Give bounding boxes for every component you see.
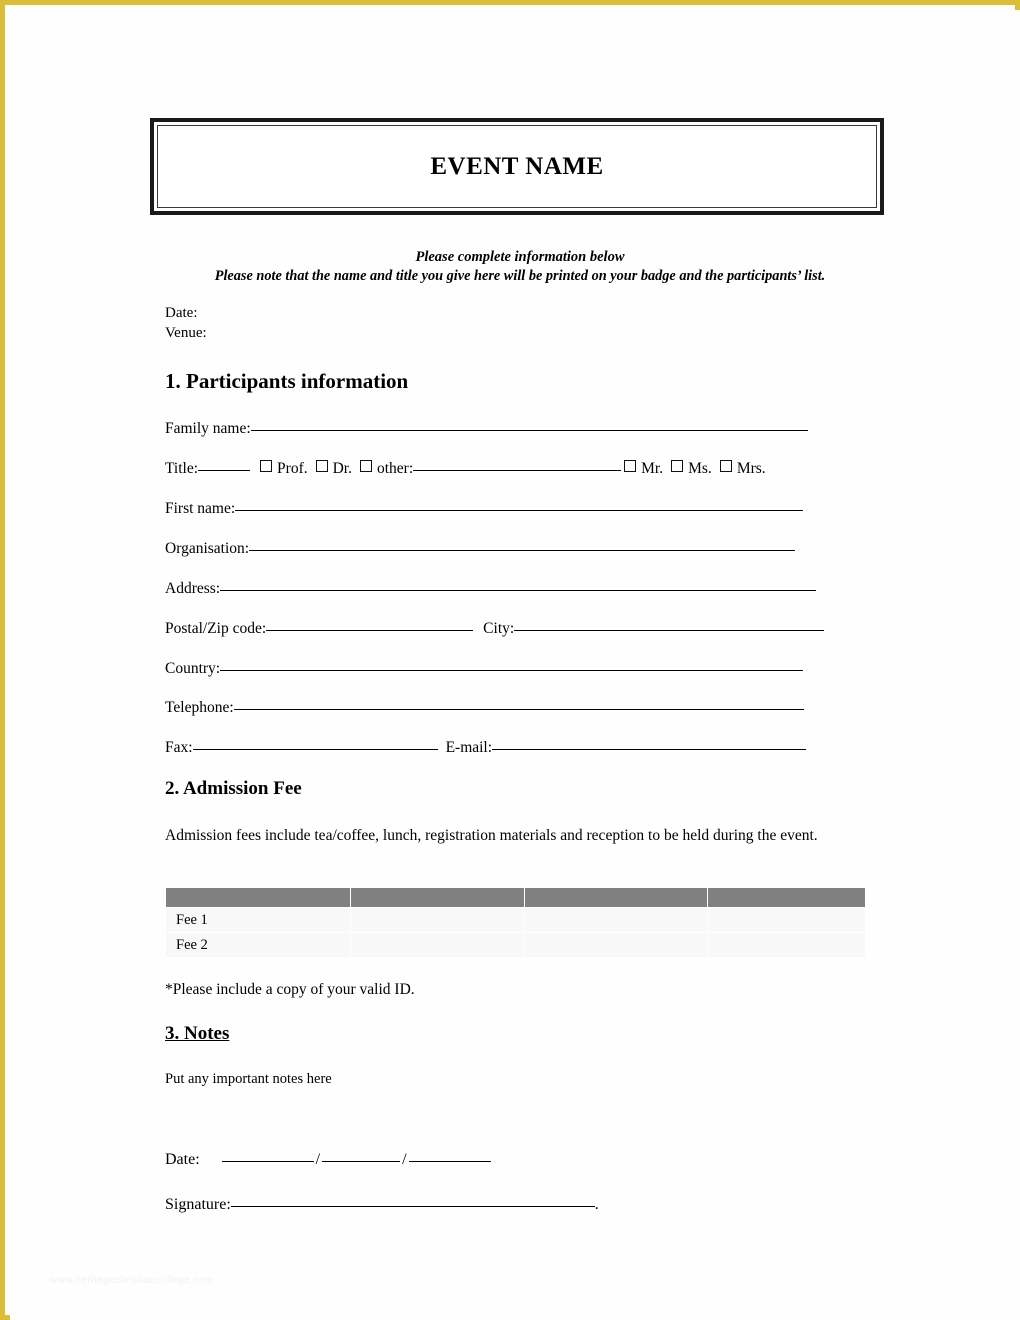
- notes-placeholder-text: Put any important notes here: [165, 1071, 332, 1087]
- input-organisation[interactable]: [249, 550, 796, 551]
- field-family-name: Family name:: [165, 420, 808, 438]
- input-first-name[interactable]: [235, 510, 804, 511]
- label-email: E-mail:: [445, 739, 493, 756]
- checkbox-prof[interactable]: [260, 460, 273, 472]
- label-telephone: Telephone:: [165, 699, 234, 716]
- fee-row-cell[interactable]: [350, 907, 525, 933]
- date-separator-2: /: [402, 1151, 407, 1168]
- event-meta: Date: Venue:: [165, 304, 207, 344]
- label-signoff-date: Date:: [165, 1151, 200, 1168]
- meta-venue-label: Venue:: [165, 324, 207, 341]
- field-title: Title: Prof. Dr. other: Mr. Ms. Mrs.: [165, 460, 766, 478]
- page-title: EVENT NAME: [430, 152, 604, 180]
- field-country: Country:: [165, 660, 804, 678]
- fee-table-header-cell: [524, 887, 708, 908]
- input-address[interactable]: [220, 590, 817, 591]
- checkbox-other[interactable]: [359, 460, 372, 472]
- field-organisation: Organisation:: [165, 540, 796, 558]
- fee-row-cell[interactable]: [707, 932, 866, 958]
- subtitle-line-1: Please complete information below: [415, 249, 625, 265]
- label-city: City:: [483, 620, 515, 637]
- label-ms: Ms.: [688, 460, 712, 477]
- label-fax: Fax:: [165, 739, 193, 756]
- document-sheet: EVENT NAME Please complete information b…: [10, 10, 1020, 1320]
- date-separator-1: /: [315, 1151, 321, 1168]
- label-address: Address:: [165, 580, 221, 597]
- checkbox-dr[interactable]: [315, 460, 328, 472]
- label-family-name: Family name:: [165, 420, 251, 437]
- label-signature: Signature:: [165, 1196, 231, 1213]
- table-row: Fee 2: [165, 932, 866, 958]
- section-heading-participants: 1. Participants information: [165, 369, 409, 393]
- field-telephone: Telephone:: [165, 699, 804, 717]
- field-first-name: First name:: [165, 500, 804, 518]
- label-first-name: First name:: [165, 500, 236, 517]
- subtitle-block: Please complete information below Please…: [160, 248, 880, 285]
- input-fax[interactable]: [192, 749, 438, 750]
- label-organisation: Organisation:: [165, 540, 250, 557]
- fee-table-header-cell: [165, 887, 351, 908]
- signoff-signature-row: Signature: .: [165, 1196, 599, 1214]
- field-fax-email: Fax: E-mail:: [165, 739, 807, 757]
- input-telephone[interactable]: [233, 709, 804, 710]
- fee-row-cell[interactable]: [524, 932, 708, 958]
- input-date-day[interactable]: [221, 1161, 314, 1162]
- fee-table-header-cell: [707, 887, 866, 908]
- subtitle-line-2: Please note that the name and title you …: [214, 267, 826, 284]
- input-city[interactable]: [514, 630, 825, 631]
- section-heading-notes: 3. Notes: [165, 1023, 230, 1044]
- page-border: EVENT NAME Please complete information b…: [0, 0, 1020, 1320]
- meta-date-label: Date:: [165, 305, 198, 321]
- fee-row-label[interactable]: Fee 1: [165, 907, 351, 933]
- label-prof: Prof.: [277, 460, 308, 477]
- fee-row-label[interactable]: Fee 2: [165, 932, 351, 958]
- fee-row-cell[interactable]: [524, 907, 708, 933]
- fee-table: Fee 1 Fee 2: [165, 887, 866, 958]
- event-title-box: EVENT NAME: [150, 118, 884, 215]
- field-postal-city: Postal/Zip code: City:: [165, 620, 825, 638]
- signoff-date-row: Date: / /: [165, 1151, 491, 1169]
- section-heading-admission: 2. Admission Fee: [165, 778, 302, 799]
- signature-terminator: .: [594, 1196, 599, 1213]
- input-family-name[interactable]: [250, 430, 808, 431]
- table-row: Fee 1: [165, 907, 866, 933]
- label-mr: Mr.: [641, 460, 664, 477]
- input-email[interactable]: [492, 749, 807, 750]
- input-postal-code[interactable]: [266, 630, 474, 631]
- input-signature[interactable]: [230, 1206, 595, 1207]
- fee-row-cell[interactable]: [350, 932, 525, 958]
- field-address: Address:: [165, 580, 817, 598]
- fee-table-header-row: [165, 887, 866, 908]
- checkbox-ms[interactable]: [671, 460, 684, 472]
- admission-description: Admission fees include tea/coffee, lunch…: [165, 827, 818, 844]
- input-date-month[interactable]: [322, 1161, 401, 1162]
- checkbox-mrs[interactable]: [719, 460, 732, 472]
- event-title-box-inner: EVENT NAME: [157, 125, 877, 208]
- checkbox-mr[interactable]: [624, 460, 637, 472]
- input-other-title[interactable]: [413, 470, 622, 471]
- input-country[interactable]: [220, 670, 804, 671]
- label-mrs: Mrs.: [736, 460, 766, 477]
- input-date-year[interactable]: [408, 1161, 491, 1162]
- valid-id-note: *Please include a copy of your valid ID.: [165, 981, 415, 998]
- label-postal-code: Postal/Zip code:: [165, 620, 267, 637]
- label-dr: Dr.: [332, 460, 352, 477]
- label-title: Title:: [165, 460, 199, 477]
- input-title[interactable]: [198, 470, 251, 471]
- site-watermark: www.heritagechristiancollege.com: [50, 1275, 214, 1286]
- fee-table-header-cell: [350, 887, 525, 908]
- label-other: other:: [376, 460, 414, 477]
- label-country: Country:: [165, 660, 221, 677]
- fee-row-cell[interactable]: [707, 907, 866, 933]
